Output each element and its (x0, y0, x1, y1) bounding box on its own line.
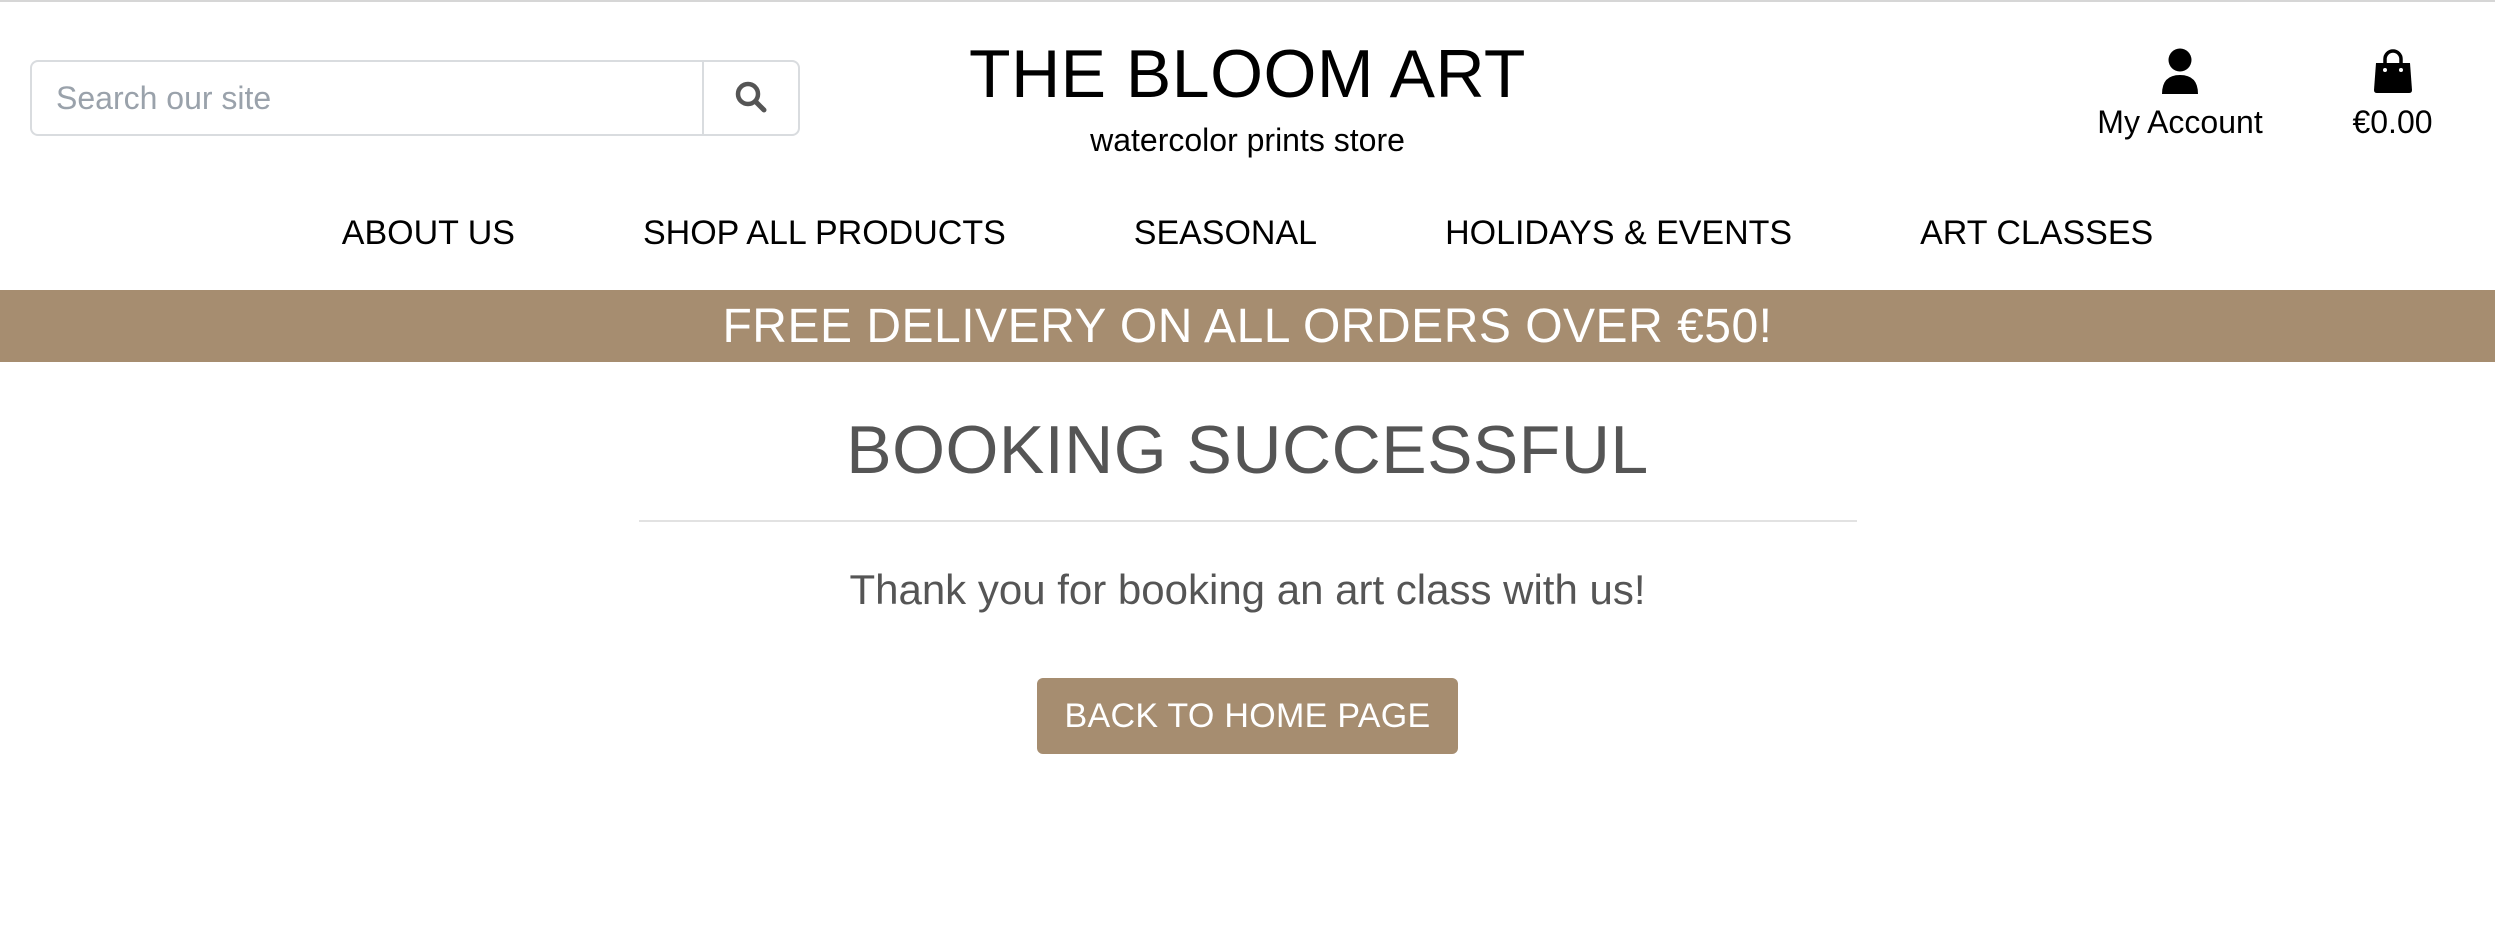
bag-total: €0.00 (2352, 104, 2433, 140)
nav-link-shop-all-products[interactable]: SHOP ALL PRODUCTS (579, 208, 1070, 258)
user-icon (2090, 48, 2270, 98)
shopping-bag-link[interactable]: €0.00 (2340, 48, 2445, 142)
main-content: BOOKING SUCCESSFUL Thank you for booking… (0, 402, 2495, 754)
main-nav: ABOUT US SHOP ALL PRODUCTS SEASONAL HOLI… (0, 208, 2495, 258)
nav-link-art-classes[interactable]: ART CLASSES (1856, 208, 2217, 258)
page: THE BLOOM ART watercolor prints store My… (0, 0, 2495, 933)
nav-link-holidays-events[interactable]: HOLIDAYS & EVENTS (1381, 208, 1856, 258)
nav-link-about-us[interactable]: ABOUT US (278, 208, 579, 258)
shopping-bag-icon (2340, 48, 2445, 98)
my-account-link[interactable]: My Account (2090, 48, 2270, 142)
thank-you-message: Thank you for booking an art class with … (849, 566, 1646, 613)
my-account-label: My Account (2097, 104, 2263, 140)
site-title-link[interactable]: THE BLOOM ART (969, 34, 1526, 114)
delivery-banner: FREE DELIVERY ON ALL ORDERS OVER €50! (0, 290, 2495, 362)
nav-link-seasonal[interactable]: SEASONAL (1070, 208, 1381, 258)
divider (638, 520, 1857, 522)
back-to-home-button[interactable]: BACK TO HOME PAGE (1036, 678, 1459, 754)
page-title: BOOKING SUCCESSFUL (846, 412, 1649, 488)
delivery-banner-text: FREE DELIVERY ON ALL ORDERS OVER €50! (722, 299, 1773, 353)
